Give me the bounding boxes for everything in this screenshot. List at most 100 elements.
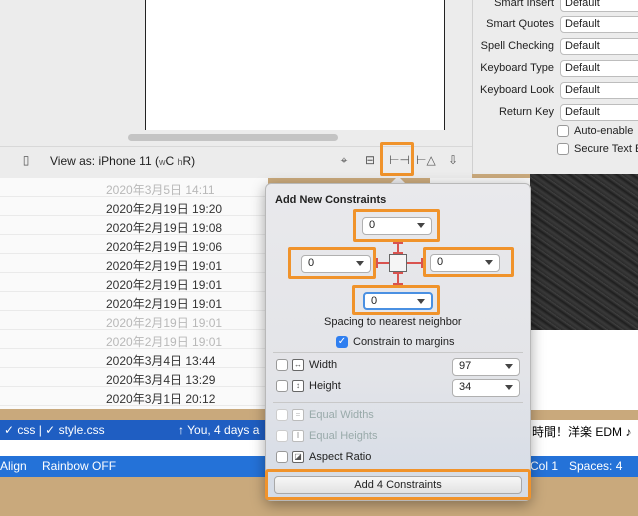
background-panel-right — [530, 330, 638, 410]
thumbnail-image — [530, 174, 638, 330]
sidebar-toggle-icon[interactable]: ▯ — [18, 153, 34, 167]
equal-widths-checkbox[interactable] — [276, 409, 288, 422]
chevron-down-icon — [505, 364, 513, 369]
add-constraints-button-highlight — [380, 142, 414, 176]
equal-heights-row: ‖ Equal Heights — [276, 430, 378, 448]
smart-quotes-select[interactable]: Default — [560, 16, 638, 33]
inspector-row-smart-insert: Smart Insert Default — [473, 0, 638, 13]
equal-heights-checkbox[interactable] — [276, 430, 288, 443]
rainbow-status[interactable]: Rainbow OFF — [42, 459, 116, 473]
chevron-down-icon — [505, 385, 513, 390]
equal-heights-icon: ‖ — [292, 430, 304, 443]
view-as-label[interactable]: View as: iPhone 11 (wC hR) — [50, 154, 195, 168]
date-modified: 2020年3月4日 13:44 — [106, 354, 216, 368]
list-item[interactable]: 2020年3月5日 14:11 — [0, 178, 268, 197]
list-item[interactable]: 2020年2月19日 19:01 — [0, 254, 268, 273]
update-frames-icon[interactable]: ⌖ — [336, 153, 352, 167]
date-modified: 2020年3月4日 13:29 — [106, 373, 216, 387]
cursor-position[interactable]: Col 1 — [530, 459, 558, 473]
inspector-row-keyboard-look: Keyboard Look Default — [473, 82, 638, 100]
device-frame — [145, 0, 445, 130]
right-constraint-highlight: 0 — [423, 247, 514, 277]
resolve-issues-icon[interactable]: ⊢△ — [416, 153, 436, 167]
top-constraint-field[interactable]: 0 — [362, 217, 432, 235]
list-item[interactable]: 2020年2月19日 19:20 — [0, 197, 268, 216]
file-breadcrumb[interactable]: ✓ css | ✓ style.css — [4, 423, 105, 437]
bottom-strut-cap — [393, 283, 403, 285]
width-icon: ↔ — [292, 359, 304, 372]
height-value-field[interactable]: 34 — [452, 379, 520, 397]
aspect-ratio-row: ◪ Aspect Ratio — [276, 451, 371, 469]
list-item[interactable]: 2020年2月19日 19:08 — [0, 216, 268, 235]
secure-text-checkbox[interactable]: Secure Text E — [557, 143, 638, 157]
file-list: 2020年3月5日 14:11 2020年2月19日 19:20 2020年2月19… — [0, 178, 268, 409]
left-constraint-field[interactable]: 0 — [301, 255, 371, 273]
bottom-constraint-field[interactable]: 0 — [363, 292, 433, 310]
width-row: ↔ Width — [276, 359, 337, 377]
height-icon: ↕ — [292, 380, 304, 393]
spell-checking-select[interactable]: Default — [560, 38, 638, 55]
date-modified: 2020年2月19日 19:01 — [106, 316, 223, 330]
date-modified: 2020年2月19日 19:06 — [106, 240, 223, 254]
right-constraint-field[interactable]: 0 — [430, 254, 500, 272]
align-status[interactable]: Align — [0, 459, 27, 473]
embed-in-icon[interactable]: ⇩ — [445, 153, 461, 167]
list-item[interactable]: 2020年2月19日 19:01 — [0, 330, 268, 349]
equal-widths-row: = Equal Widths — [276, 409, 374, 427]
left-constraint-highlight: 0 — [288, 247, 376, 279]
smart-insert-select[interactable]: Default — [560, 0, 638, 12]
inspector-row-keyboard-type: Keyboard Type Default — [473, 60, 638, 78]
top-constraint-highlight: 0 — [353, 209, 440, 242]
equal-widths-icon: = — [292, 409, 304, 422]
list-item[interactable]: 2020年2月19日 19:01 — [0, 273, 268, 292]
list-item[interactable]: 2020年2月19日 19:01 — [0, 311, 268, 330]
width-value-field[interactable]: 97 — [452, 358, 520, 376]
date-modified: 2020年3月1日 20:12 — [106, 392, 216, 406]
attributes-inspector: Smart Insert Default Smart Quotes Default … — [472, 0, 638, 174]
list-item[interactable]: 2020年3月4日 13:44 — [0, 349, 268, 368]
video-title: 時間！洋楽 EDM ♪ — [528, 420, 638, 440]
list-item[interactable]: 2020年2月19日 19:06 — [0, 235, 268, 254]
height-row: ↕ Height — [276, 380, 341, 398]
inspector-row-spell-checking: Spell Checking Default — [473, 38, 638, 56]
list-item[interactable]: 2020年3月1日 20:12 — [0, 387, 268, 406]
auto-enable-checkbox[interactable]: Auto-enable — [557, 125, 638, 139]
checkbox-box[interactable] — [557, 143, 569, 156]
spacing-label: Spacing to nearest neighbor — [324, 316, 462, 328]
bottom-strut-cap — [393, 272, 403, 274]
date-modified: 2020年2月19日 19:01 — [106, 297, 223, 311]
date-modified: 2020年3月5日 14:11 — [106, 183, 215, 197]
inspector-row-smart-quotes: Smart Quotes Default — [473, 16, 638, 34]
list-item[interactable]: 2020年2月19日 19:01 — [0, 292, 268, 311]
right-strut-cap — [421, 258, 423, 268]
date-modified: 2020年2月19日 19:01 — [106, 278, 223, 292]
separator — [273, 402, 523, 403]
bottom-constraint-highlight: 0 — [352, 285, 440, 315]
return-key-select[interactable]: Default — [560, 104, 638, 121]
checkmark-icon[interactable]: ✓ — [336, 336, 348, 349]
indent-spaces[interactable]: Spaces: 4 — [569, 459, 622, 473]
horizontal-scrollbar[interactable] — [128, 134, 338, 141]
chevron-down-icon — [356, 261, 364, 266]
date-modified: 2020年2月19日 19:01 — [106, 259, 223, 273]
popover-title: Add New Constraints — [275, 194, 387, 206]
keyboard-look-select[interactable]: Default — [560, 82, 638, 99]
keyboard-type-select[interactable]: Default — [560, 60, 638, 77]
top-strut-cap — [393, 242, 403, 244]
constrain-to-margins-checkbox[interactable]: ✓ Constrain to margins — [336, 336, 455, 349]
add-constraints-button[interactable]: Add 4 Constraints — [274, 476, 522, 494]
aspect-ratio-checkbox[interactable] — [276, 451, 288, 464]
separator — [273, 352, 523, 353]
aspect-ratio-icon: ◪ — [292, 451, 304, 464]
date-modified: 2020年2月19日 19:08 — [106, 221, 223, 235]
checkbox-box[interactable] — [557, 125, 569, 138]
constraint-center-box — [389, 254, 407, 272]
list-item[interactable]: 2020年3月4日 13:29 — [0, 368, 268, 387]
git-blame[interactable]: ↑ You, 4 days a — [178, 423, 259, 437]
date-modified: 2020年2月19日 19:01 — [106, 335, 223, 349]
width-checkbox[interactable] — [276, 359, 288, 372]
chevron-down-icon — [417, 299, 425, 304]
height-checkbox[interactable] — [276, 380, 288, 393]
chevron-down-icon — [417, 223, 425, 228]
align-icon[interactable]: ⊟ — [362, 153, 378, 167]
